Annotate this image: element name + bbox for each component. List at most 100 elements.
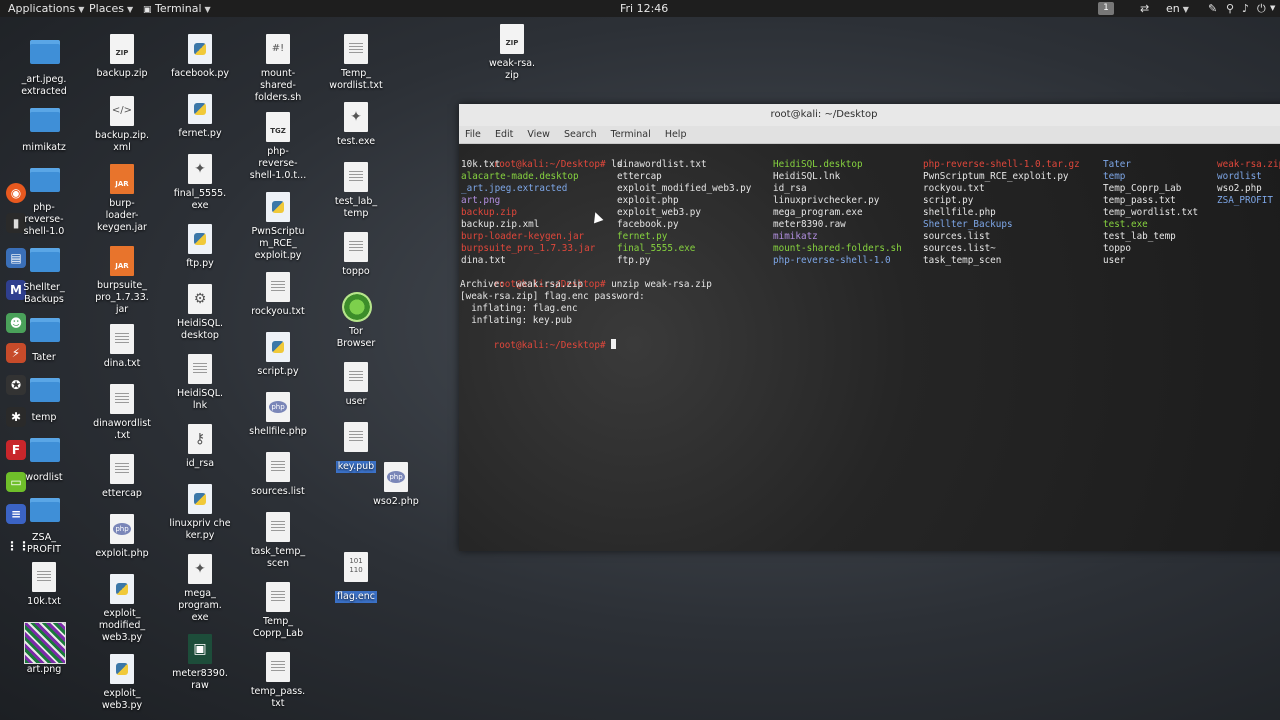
workspace-indicator[interactable]: 1 [1098,2,1114,15]
clock[interactable]: Fri 12:46 [620,0,668,17]
pen-icon[interactable]: ✎ [1208,0,1217,17]
ls-entry: facebook.py [617,219,679,230]
desktop-file-script-py[interactable]: script.py [240,332,316,378]
icon-label: burp- loader- keygen.jar [97,198,147,233]
text-file-icon [108,324,136,356]
ls-entry: toppo [1103,243,1131,254]
icon-label: wordlist [25,472,63,483]
desktop-file-flag-enc[interactable]: 101 110 flag.enc [318,552,394,603]
network-icon[interactable]: ⇄ [1140,0,1149,17]
desktop-file-weak-rsa-zip[interactable]: ZIP weak-rsa. zip [474,24,550,82]
desktop-file-burpsuite-pro[interactable]: JAR burpsuite_ pro_1.7.33. jar [84,246,160,316]
zip-file-icon: ZIP [498,24,526,56]
desktop-file-ettercap[interactable]: ettercap [84,454,160,500]
menu-terminal[interactable]: Terminal [611,129,651,140]
menu-help[interactable]: Help [665,129,687,140]
desktop-file-sources-list[interactable]: sources.list [240,452,316,498]
desktop-file-final-5555[interactable]: ✦ final_5555. exe [162,154,238,212]
desktop-folder-shellter-backups[interactable]: Shellter_ Backups [6,242,82,306]
icon-label: test_lab_ temp [334,196,378,219]
icon-label: exploit.php [95,548,149,559]
desktop-file-mount-shared-folders[interactable]: #! mount- shared- folders.sh [240,34,316,104]
menu-view[interactable]: View [527,129,550,140]
desktop-file-art-png[interactable]: art.png [6,622,82,676]
desktop-file-shellfile[interactable]: shellfile.php [240,392,316,438]
icon-label: flag.enc [335,591,377,603]
places-menu[interactable]: Places ▼ [89,0,133,18]
archive-file-icon: TGZ [264,112,292,144]
desktop-file-pwnscriptum[interactable]: PwnScriptu m_RCE_ exploit.py [240,192,316,262]
power-icon[interactable]: ⏻ [1257,0,1266,17]
window-title: root@kali: ~/Desktop [770,109,878,120]
menu-search[interactable]: Search [564,129,597,140]
desktop-folder-tater[interactable]: Tater [6,312,82,364]
desktop-file-ftp[interactable]: ftp.py [162,224,238,270]
desktop-folder-wordlist[interactable]: wordlist [6,432,82,484]
desktop-file-temp-pass[interactable]: temp_pass. txt [240,652,316,710]
desktop-file-10k[interactable]: 10k.txt [6,562,82,608]
desktop-file-meter8390[interactable]: ▣ meter8390. raw [162,634,238,692]
icon-label: Tater [32,352,56,363]
desktop-file-burp-loader[interactable]: JAR burp- loader- keygen.jar [84,164,160,234]
applications-menu[interactable]: Applications ▼ [8,0,84,18]
desktop-launcher-tor-browser[interactable]: Tor Browser [318,292,394,350]
ls-entry: Shellter_Backups [923,219,1013,230]
desktop-file-mega-program[interactable]: ✦ mega_ program. exe [162,554,238,624]
desktop-file-test-exe[interactable]: ✦ test.exe [318,102,394,148]
desktop-file-backup-xml[interactable]: </> backup.zip. xml [84,96,160,154]
volume-icon[interactable]: ♪ [1242,0,1249,17]
desktop-file-exploit-php[interactable]: exploit.php [84,514,160,560]
chevron-down-icon: ▼ [126,5,134,14]
ls-row: burp-loader-keygen.jar fernet.py mimikat… [460,231,1280,243]
terminal-line: Archive: weak-rsa.zip [460,279,584,290]
ls-entry: shellfile.php [923,207,996,218]
accessibility-icon[interactable]: ⚲ [1226,0,1234,17]
desktop-file-task-temp-scen[interactable]: task_temp_ scen [240,512,316,570]
desktop-file-temp-wordlist[interactable]: Temp_ wordlist.txt [318,34,394,92]
icon-label: wso2.php [373,496,419,507]
desktop-folder-temp[interactable]: temp [6,372,82,424]
terminal-app-menu[interactable]: ▣ Terminal ▼ [143,0,211,19]
folder-icon [30,248,60,280]
desktop-file-exploit-modified[interactable]: exploit_ modified_ web3.py [84,574,160,644]
ls-entry: mimikatz [773,231,818,242]
desktop-file-fernet[interactable]: fernet.py [162,94,238,140]
terminal-menubar: File Edit View Search Terminal Help [459,126,1280,144]
desktop-file-exploit-web3[interactable]: exploit_ web3.py [84,654,160,712]
desktop-file-rockyou[interactable]: rockyou.txt [240,272,316,318]
desktop-folder-art-extracted[interactable]: _art.jpeg. extracted [6,34,82,98]
desktop-file-linuxprivchecker[interactable]: linuxpriv che ker.py [162,484,238,542]
icon-label: task_temp_ scen [250,546,306,569]
desktop-file-test-lab-temp[interactable]: test_lab_ temp [318,162,394,220]
terminal-titlebar[interactable]: root@kali: ~/Desktop [459,104,1280,126]
desktop-file-php-reverse-shell-tgz[interactable]: TGZ php- reverse- shell-1.0.t... [240,112,316,182]
raw-file-icon: ▣ [186,634,214,666]
desktop-file-dinawordlist[interactable]: dinawordlist .txt [84,384,160,442]
desktop-folder-php-reverse-shell[interactable]: php- reverse- shell-1.0 [6,162,82,238]
desktop-folder-mimikatz[interactable]: mimikatz [6,102,82,154]
desktop-file-backup-zip[interactable]: ZIP backup.zip [84,34,160,80]
ls-entry: id_rsa [773,183,807,194]
desktop-folder-zsa-profit[interactable]: ZSA_ PROFIT [6,492,82,556]
language-menu[interactable]: en ▼ [1166,0,1189,18]
ls-row: dina.txt ftp.py php-reverse-shell-1.0 ta… [460,255,1280,267]
menu-edit[interactable]: Edit [495,129,513,140]
icon-label: 10k.txt [27,596,61,607]
ls-entry: task_temp_scen [923,255,1002,266]
terminal-window[interactable]: root@kali: ~/Desktop File Edit View Sear… [459,104,1280,551]
icon-label: ZSA_ PROFIT [27,532,61,555]
desktop-file-id-rsa[interactable]: ⚷ id_rsa [162,424,238,470]
desktop-file-user[interactable]: user [318,362,394,408]
desktop-file-temp-coprp-lab[interactable]: Temp_ Coprp_Lab [240,582,316,640]
ls-row: backup.zip.xml facebook.py meter8390.raw… [460,219,1280,231]
desktop-file-dina-txt[interactable]: dina.txt [84,324,160,370]
chevron-down-icon[interactable]: ▼ [1270,0,1275,17]
terminal-output[interactable]: root@kali:~/Desktop# ls 10k.txt dinaword… [459,144,1280,551]
desktop-file-toppo[interactable]: toppo [318,232,394,278]
desktop-file-facebook[interactable]: facebook.py [162,34,238,80]
desktop-file-heidisql-desktop[interactable]: ⚙ HeidiSQL. desktop [162,284,238,342]
terminal-app-label: Terminal [155,2,202,15]
desktop-file-heidisql-lnk[interactable]: HeidiSQL. lnk [162,354,238,412]
desktop-file-wso2-php[interactable]: wso2.php [358,462,434,508]
menu-file[interactable]: File [465,129,481,140]
